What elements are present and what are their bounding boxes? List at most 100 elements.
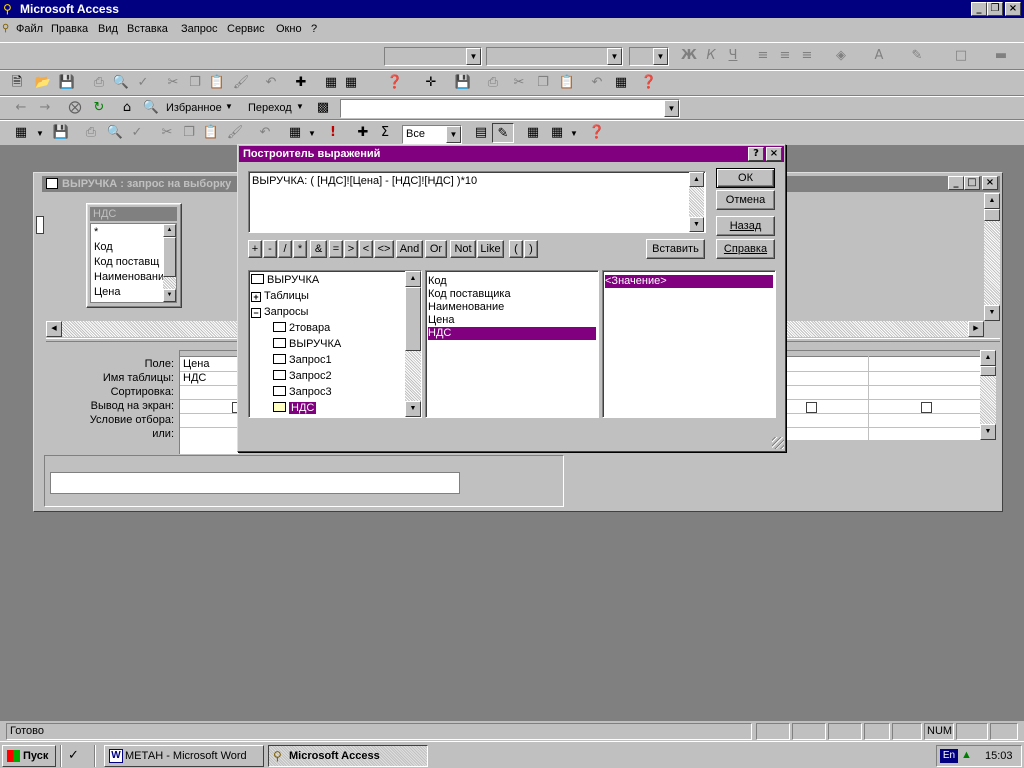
op-rparen-button[interactable]: ) [524,240,538,258]
ok-button[interactable]: ОК [716,168,775,188]
grid-show-checkbox[interactable] [921,402,932,413]
language-indicator[interactable]: En [940,749,958,763]
op-greater-button[interactable]: > [344,240,358,258]
op-notequal-button[interactable]: <> [374,240,394,258]
menu-window[interactable]: Окно [276,23,302,35]
build-icon[interactable]: ✎ [492,123,514,143]
tree-item-query[interactable]: ВЫРУЧКА [251,338,419,351]
op-and-button[interactable]: And [396,240,423,258]
grid-cell-table[interactable]: НДС [183,372,206,384]
collapse-minus-icon[interactable]: − [251,308,261,318]
expression-scrollbar[interactable]: ▲ ▼ [689,172,705,232]
query-type-arrow-icon[interactable]: ▼ [308,129,316,138]
search-web-icon[interactable]: 🔍 [140,98,162,118]
dialog-help-button[interactable]: ? [748,147,764,161]
table-field[interactable]: Наименовани [94,271,166,283]
database-window-icon[interactable]: ▦ [522,123,544,143]
query-close-button[interactable]: × [982,176,998,190]
grid-cell-field[interactable]: Цена [183,358,209,370]
op-divide-button[interactable]: / [278,240,292,258]
cancel-button[interactable]: Отмена [716,190,775,210]
tree-item-query[interactable]: 2товара [251,322,419,335]
op-less-button[interactable]: < [359,240,373,258]
taskbar-word-button[interactable]: W МЕТАН - Microsoft Word [104,745,264,767]
refresh-icon[interactable]: ↻ [88,98,110,118]
op-equals-button[interactable]: = [329,240,343,258]
op-like-button[interactable]: Like [477,240,504,258]
menu-view[interactable]: Вид [98,23,118,35]
new-icon[interactable]: 🗎 [6,73,28,93]
query-maximize-button[interactable]: □ [964,176,980,190]
top-values-combo[interactable]: Все ▼ [402,125,462,144]
restore-button[interactable]: ❐ [987,2,1003,16]
address-combo[interactable]: ▼ [340,99,680,118]
field-item[interactable]: Цена [428,314,596,327]
fields-list[interactable]: Код Код поставщика Наименование Цена НДС [425,270,599,418]
taskbar-access-button[interactable]: ⚲ Microsoft Access [268,745,428,767]
stop-icon[interactable]: ⨂ [64,98,86,118]
tray-icon[interactable]: ▲ [961,749,975,763]
help-button[interactable]: Справка [716,239,775,259]
favorites-menu[interactable]: Избранное [166,102,222,114]
table-pane-vscroll[interactable]: ▲ ▼ [984,193,1000,321]
table-field[interactable]: * [94,226,98,238]
tree-item-query[interactable]: Запрос1 [251,354,419,367]
view-icon[interactable]: ▦ [10,123,32,143]
close-button[interactable]: × [1005,2,1021,16]
tree-item-tables[interactable]: + Таблицы [251,290,419,303]
tree-scrollbar[interactable]: ▲ ▼ [405,271,421,417]
home-icon[interactable]: ⌂ [116,98,138,118]
op-multiply-button[interactable]: * [293,240,307,258]
show-table-icon[interactable]: ✚ [352,123,374,143]
menu-help[interactable]: ? [311,23,317,35]
help-query-icon[interactable]: ❓ [586,123,608,143]
save-icon-2[interactable]: 💾 [452,73,474,93]
table-field-scrollbar[interactable]: ▲ ▼ [163,224,176,302]
field-item-selected[interactable]: НДС [428,327,596,340]
op-concat-button[interactable]: & [310,240,327,258]
save-icon[interactable]: 💾 [56,73,78,93]
new-object-arrow-icon[interactable]: ▼ [570,129,578,138]
menu-file[interactable]: Файл [16,23,43,35]
back-button[interactable]: Назад [716,216,775,236]
goto-menu[interactable]: Переход [248,102,292,114]
run-icon[interactable]: ! [322,123,344,143]
paste-button[interactable]: Вставить [646,239,705,259]
new-object-icon[interactable]: ▦ [340,73,362,93]
help-icon-2[interactable]: ❓ [638,73,660,93]
menu-tools[interactable]: Сервис [227,23,265,35]
table-field[interactable]: Цена [94,286,120,298]
object-icon-2[interactable]: ▦ [610,73,632,93]
table-field[interactable]: Код поставщ [94,256,166,268]
expand-plus-icon[interactable]: + [251,292,261,302]
expression-textbox[interactable]: ВЫРУЧКА: ( [НДС]![Цена] - [НДС]![НДС] )*… [248,171,706,233]
insert-object-icon[interactable]: ✚ [290,73,312,93]
open-icon[interactable]: 📂 [32,73,54,93]
grid-vscroll[interactable]: ▲ ▼ [980,350,996,440]
menu-insert[interactable]: Вставка [127,23,168,35]
relationships-icon[interactable]: ▦ [320,73,342,93]
start-button[interactable]: Пуск [2,745,56,767]
op-lparen-button[interactable]: ( [509,240,523,258]
op-not-button[interactable]: Not [450,240,476,258]
properties-icon[interactable]: ▤ [470,123,492,143]
show-web-toolbar-icon[interactable]: ▩ [312,98,334,118]
totals-icon[interactable]: Σ [374,123,396,143]
query-minimize-button[interactable]: _ [948,176,964,190]
op-or-button[interactable]: Or [425,240,447,258]
tree-item-query[interactable]: Запрос2 [251,370,419,383]
op-minus-button[interactable]: - [263,240,277,258]
dialog-close-button[interactable]: × [766,147,782,161]
field-item[interactable]: Наименование [428,301,596,314]
menu-edit[interactable]: Правка [51,23,88,35]
op-plus-button[interactable]: + [248,240,262,258]
help-icon[interactable]: ❓ [384,73,406,93]
tree-item-current-query[interactable]: ВЫРУЧКА [251,274,419,287]
toolbox-icon[interactable]: ✛ [420,73,442,93]
object-tree[interactable]: ВЫРУЧКА + Таблицы − Запросы 2товара ВЫРУЧК… [248,270,422,418]
minimize-button[interactable]: _ [971,2,987,16]
save-query-icon[interactable]: 💾 [50,123,72,143]
value-item-selected[interactable]: <Значение> [605,275,773,288]
show-desktop-icon[interactable]: ✓ [68,747,86,763]
table-field[interactable]: Код [94,241,113,253]
